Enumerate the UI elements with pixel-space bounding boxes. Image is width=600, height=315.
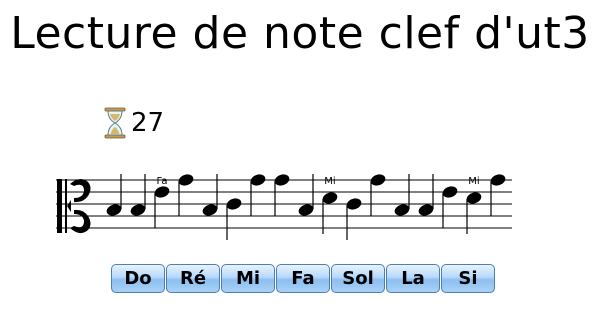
note-head (250, 174, 266, 186)
note-head (130, 204, 146, 216)
note: Mi (466, 176, 482, 234)
note-label: Fa (157, 176, 168, 187)
note-label: Mi (324, 176, 335, 187)
note-head (226, 198, 242, 210)
note (394, 174, 410, 216)
note-head (202, 204, 218, 216)
note-buttons: Do Ré Mi Fa Sol La Si (111, 264, 495, 293)
timer-value: 27 (131, 108, 165, 138)
note (298, 174, 314, 216)
sol-button[interactable]: Sol (331, 264, 385, 293)
note-head (394, 204, 410, 216)
note (106, 174, 122, 216)
note-head (466, 192, 482, 204)
note (370, 174, 386, 216)
alto-clef-icon (57, 178, 91, 234)
note-head (322, 192, 338, 204)
note (226, 198, 242, 240)
timer: 27 (104, 106, 164, 140)
note-head (274, 174, 290, 186)
note (346, 198, 362, 240)
note-head (106, 204, 122, 216)
si-button[interactable]: Si (441, 264, 495, 293)
note-head (490, 174, 506, 186)
note: Fa (154, 176, 170, 228)
do-button[interactable]: Do (111, 264, 165, 293)
note-head (442, 186, 458, 198)
note-label: Mi (468, 176, 479, 187)
re-button[interactable]: Ré (166, 264, 220, 293)
la-button[interactable]: La (386, 264, 440, 293)
note (418, 174, 434, 216)
hourglass-icon (104, 107, 126, 139)
note (178, 174, 194, 216)
note (202, 174, 218, 216)
note-head (370, 174, 386, 186)
fa-button[interactable]: Fa (276, 264, 330, 293)
note (274, 174, 290, 216)
note (490, 174, 506, 216)
mi-button[interactable]: Mi (221, 264, 275, 293)
page-title: Lecture de note clef d'ut3 (10, 8, 590, 59)
music-staff: Fa Mi Mi (56, 174, 512, 240)
note (130, 174, 146, 216)
note (442, 186, 458, 228)
note-head (298, 204, 314, 216)
note (250, 174, 266, 216)
note: Mi (322, 176, 338, 234)
note-head (418, 204, 434, 216)
note-head (178, 174, 194, 186)
note-head (346, 198, 362, 210)
